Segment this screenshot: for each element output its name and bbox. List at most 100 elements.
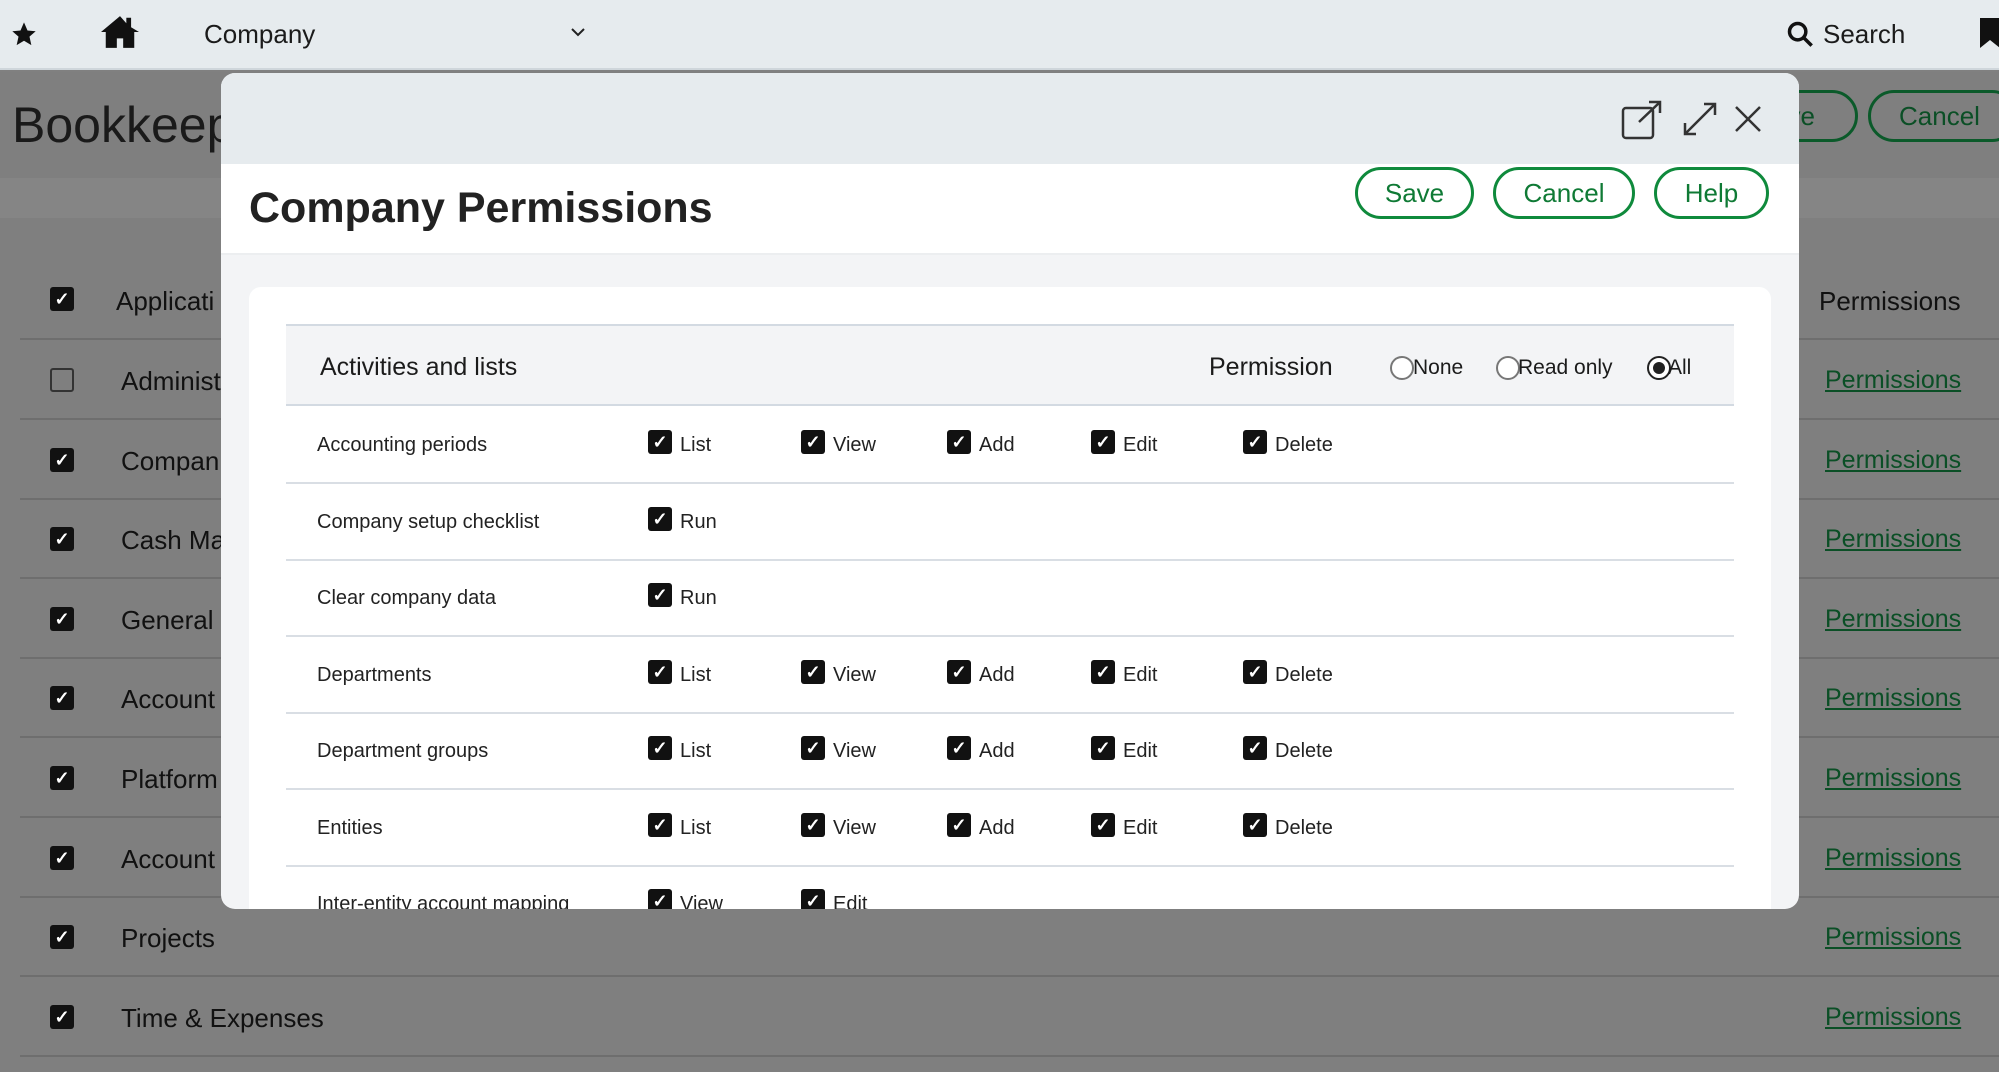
save-button[interactable]: Save	[1355, 167, 1474, 219]
bg-row-name: General	[121, 604, 214, 635]
permission-radio-read-only[interactable]	[1496, 356, 1520, 380]
cancel-button[interactable]: Cancel	[1493, 167, 1635, 219]
checkbox-delete[interactable]: ✓	[1243, 430, 1267, 454]
bg-row-checkbox: ✓	[50, 1004, 74, 1029]
checkbox-label: List	[680, 434, 712, 456]
section-title: Activities and lists	[320, 353, 518, 381]
checkbox-run[interactable]: ✓	[648, 583, 672, 607]
company-permissions-dialog: Company Permissions Save Cancel Help Act…	[221, 73, 1799, 909]
permissions-card: Activities and lists Permission None Read…	[249, 287, 1771, 909]
permissions-link: Permissions	[1825, 366, 1962, 394]
bg-row-checkbox: ✓	[50, 447, 74, 472]
checkbox-label: Edit	[1123, 663, 1158, 686]
checkbox-label: View	[833, 434, 876, 456]
activity-name: Departments	[317, 663, 432, 686]
checkbox-add[interactable]: ✓	[947, 430, 971, 454]
checkbox-label: List	[680, 816, 712, 839]
checkbox-add[interactable]: ✓	[947, 736, 971, 760]
checkbox-edit[interactable]: ✓	[801, 889, 825, 909]
search-button[interactable]: Search	[1823, 19, 1905, 50]
chevron-down-icon[interactable]	[570, 26, 586, 38]
help-button[interactable]: Help	[1654, 167, 1769, 219]
checkbox-view[interactable]: ✓	[801, 812, 825, 837]
permission-row: Clear company data ✓ Run	[286, 561, 1734, 637]
home-icon[interactable]	[101, 14, 139, 50]
permissions-link: Permissions	[1825, 1002, 1962, 1031]
header-label: Applicati	[116, 286, 215, 316]
checkbox-label: Edit	[1123, 816, 1158, 839]
permissions-link: Permissions	[1825, 923, 1962, 952]
bg-cancel-button: Cancel	[1868, 90, 1999, 142]
search-icon[interactable]	[1786, 20, 1814, 48]
checkbox-label: View	[833, 740, 876, 762]
activity-name: Accounting periods	[317, 434, 488, 456]
header-permissions: Permissions	[1819, 286, 1961, 316]
dialog-header	[221, 73, 1799, 164]
bg-row-name: Time & Expenses	[121, 1002, 324, 1033]
checkbox-edit[interactable]: ✓	[1091, 736, 1115, 760]
permission-row: Accounting periods ✓ List ✓ View ✓ Add ✓ Edit ✓ De…	[286, 408, 1734, 484]
checkbox-label: Add	[979, 816, 1015, 839]
select-all-checkbox: ✓	[50, 287, 74, 311]
checkbox-label: Delete	[1275, 816, 1333, 839]
checkbox-label: View	[680, 893, 723, 909]
expand-icon[interactable]	[1682, 101, 1718, 137]
bg-row-checkbox: ✓	[50, 925, 74, 950]
checkbox-delete[interactable]: ✓	[1243, 736, 1267, 760]
checkbox-list[interactable]: ✓	[648, 812, 672, 837]
company-menu[interactable]: Company	[204, 19, 315, 50]
bg-row-name: Cash Ma	[121, 525, 226, 556]
bg-table-row: ✓ Projects Permissions	[20, 897, 1999, 978]
checkbox-delete[interactable]: ✓	[1243, 812, 1267, 837]
activity-name: Department groups	[317, 740, 489, 762]
checkbox-label: View	[833, 816, 876, 839]
checkbox-label: Add	[979, 663, 1015, 686]
checkbox-view[interactable]: ✓	[648, 889, 672, 909]
permission-row: Entities ✓ List ✓ View ✓ Add ✓ Edit ✓ Delete	[286, 791, 1734, 867]
checkbox-label: View	[833, 663, 876, 686]
star-icon[interactable]	[10, 20, 38, 48]
checkbox-label: Edit	[1123, 434, 1158, 456]
permission-option-label: Read only	[1518, 356, 1613, 379]
checkbox-label: Run	[680, 587, 717, 609]
checkbox-list[interactable]: ✓	[648, 736, 672, 760]
checkbox-view[interactable]: ✓	[801, 430, 825, 454]
activity-name: Clear company data	[317, 587, 496, 609]
permissions-link: Permissions	[1825, 604, 1962, 633]
checkbox-run[interactable]: ✓	[648, 506, 672, 531]
checkbox-edit[interactable]: ✓	[1091, 812, 1115, 837]
permissions-link: Permissions	[1825, 764, 1962, 792]
dialog-title: Company Permissions	[249, 184, 713, 232]
bg-row-checkbox: ✓	[50, 686, 74, 711]
bg-row-checkbox: ✓	[50, 606, 74, 631]
close-icon[interactable]	[1734, 105, 1762, 133]
checkbox-list[interactable]: ✓	[648, 659, 672, 684]
checkbox-label: Edit	[1123, 740, 1158, 762]
bg-row-name: Platform	[121, 764, 218, 794]
checkbox-label: Edit	[833, 893, 868, 909]
permission-row: Inter-entity account mapping ✓ View ✓ Edit	[286, 867, 1734, 909]
permissions-link: Permissions	[1825, 525, 1962, 554]
bg-row-checkbox: ✓	[50, 766, 74, 790]
permission-row: Company setup checklist ✓ Run	[286, 485, 1734, 561]
permission-radio-none[interactable]	[1390, 356, 1414, 380]
permission-option-label: All	[1668, 356, 1692, 379]
checkbox-add[interactable]: ✓	[947, 812, 971, 837]
permission-label: Permission	[1209, 353, 1333, 381]
section-header: Activities and lists Permission None Read…	[286, 324, 1734, 406]
bg-row-name: Administ	[121, 366, 221, 396]
checkbox-add[interactable]: ✓	[947, 659, 971, 684]
checkbox-edit[interactable]: ✓	[1091, 430, 1115, 454]
checkbox-delete[interactable]: ✓	[1243, 659, 1267, 684]
permissions-link: Permissions	[1825, 843, 1962, 872]
checkbox-view[interactable]: ✓	[801, 736, 825, 760]
checkbox-list[interactable]: ✓	[648, 430, 672, 454]
bookmark-icon[interactable]	[1980, 18, 1999, 48]
checkbox-edit[interactable]: ✓	[1091, 659, 1115, 684]
open-new-window-icon[interactable]	[1621, 100, 1663, 140]
activity-name: Entities	[317, 816, 383, 839]
bg-row-name: Account	[121, 684, 215, 715]
checkbox-view[interactable]: ✓	[801, 659, 825, 684]
checkbox-label: Delete	[1275, 740, 1333, 762]
permissions-link: Permissions	[1825, 684, 1962, 713]
